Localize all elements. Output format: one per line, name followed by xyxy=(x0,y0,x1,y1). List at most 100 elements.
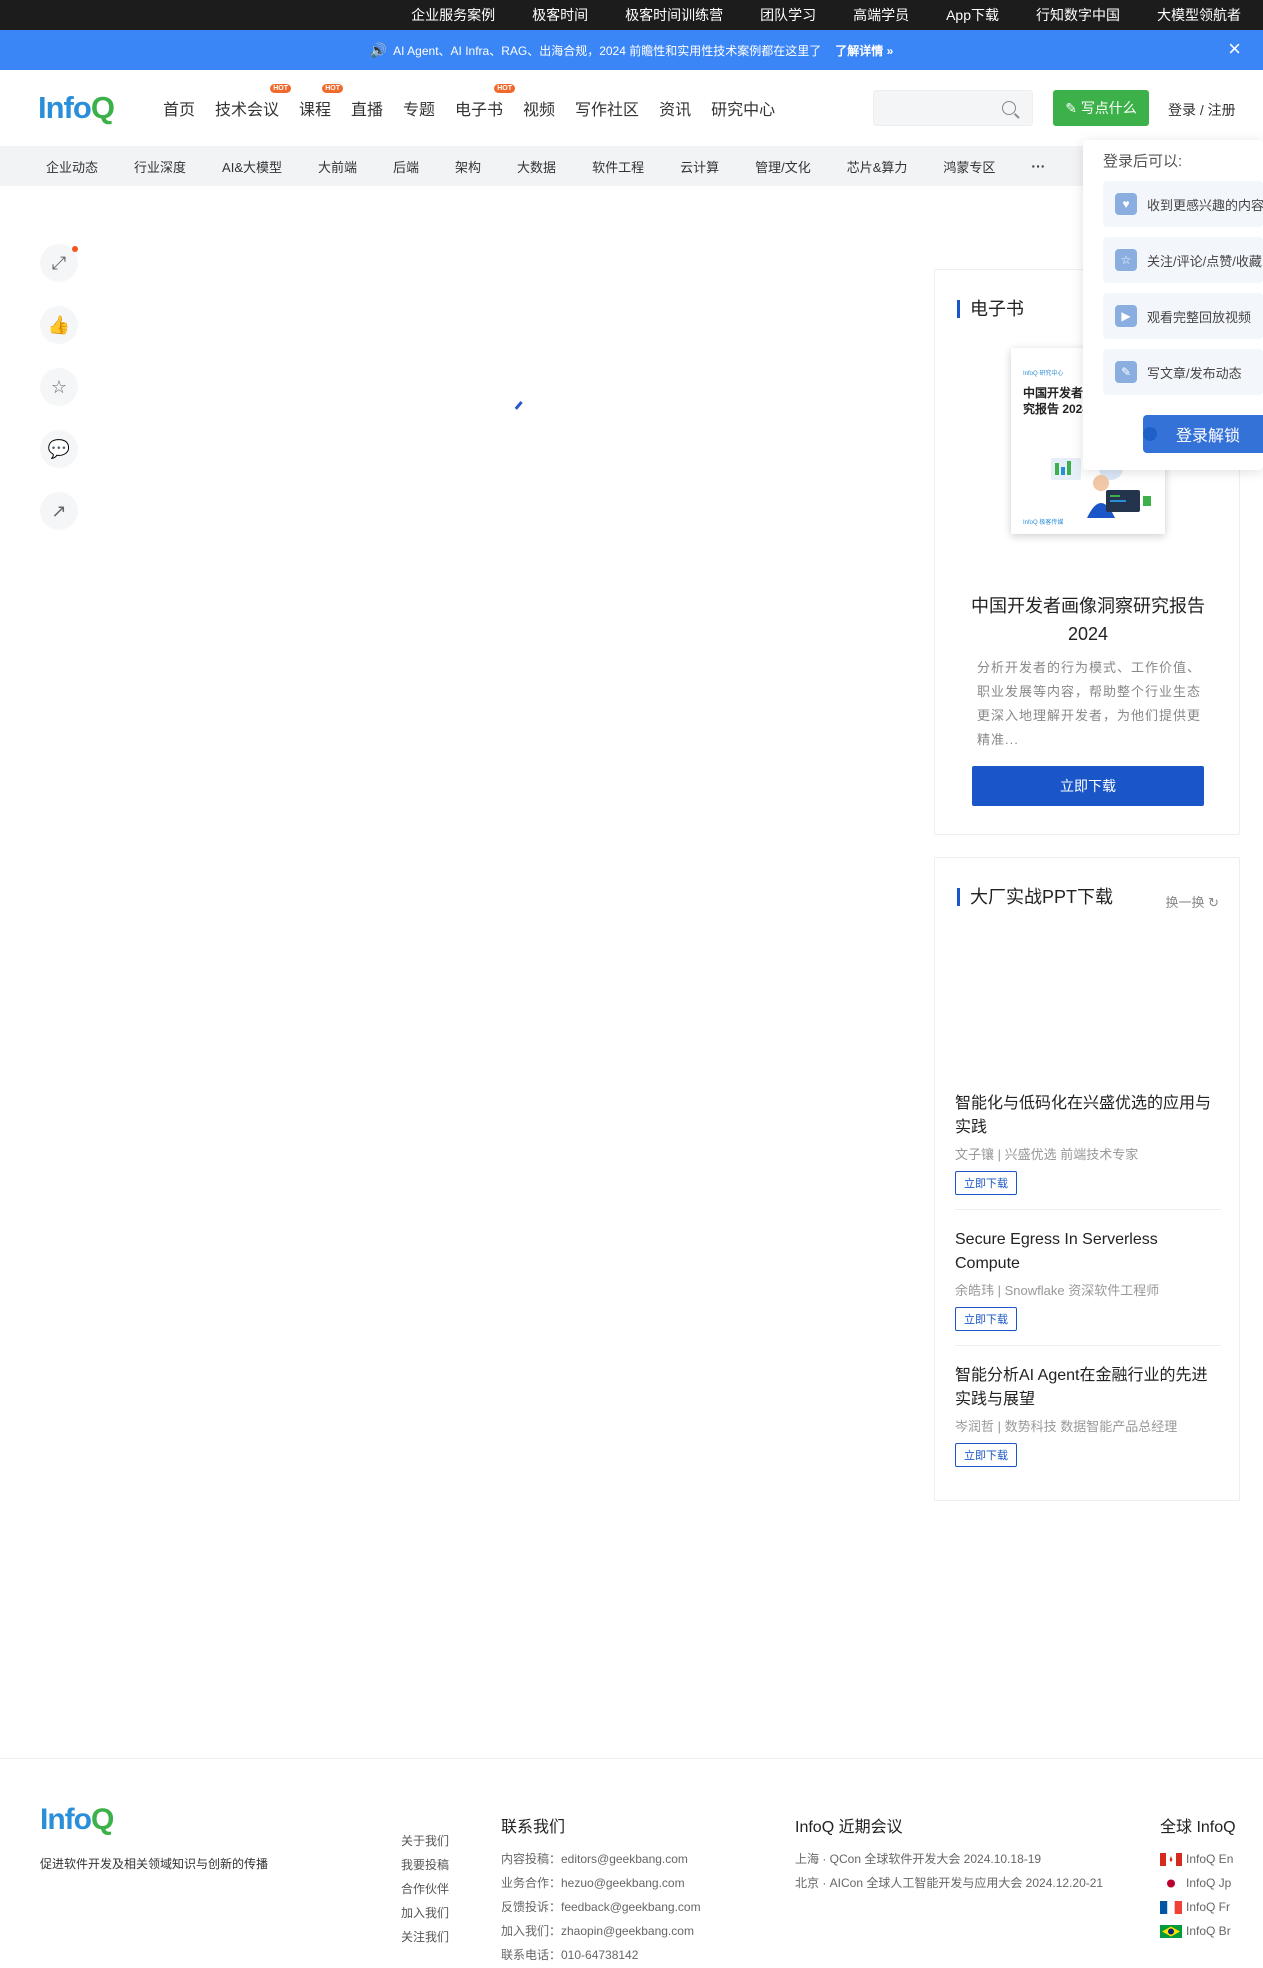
notice-text[interactable]: AI Agent、AI Infra、RAG、出海合规，2024 前瞻性和实用性技… xyxy=(393,42,821,59)
category-ai-llm[interactable]: AI&大模型 xyxy=(222,157,282,176)
play-icon: ▶ xyxy=(1115,305,1137,327)
footer-link-follow[interactable]: 关注我们 xyxy=(401,1929,449,1945)
infoq-logo[interactable]: Info Q xyxy=(38,90,115,126)
nav-item-home[interactable]: 首页 xyxy=(163,96,195,120)
category-cloud[interactable]: 云计算 xyxy=(680,157,719,176)
ppt-download-button[interactable]: 立即下载 xyxy=(955,1307,1017,1331)
login-unlock-button[interactable]: 登录解锁 xyxy=(1143,415,1263,453)
ppt-author: 余皓玮 | Snowflake 资深软件工程师 xyxy=(955,1283,1160,1298)
ppt-author: 岑润哲 | 数势科技 数据智能产品总经理 xyxy=(955,1419,1178,1434)
fullscreen-icon[interactable]: ⤢ xyxy=(40,244,78,282)
footer-link-partners[interactable]: 合作伙伴 xyxy=(401,1881,449,1897)
ppt-list: 智能化与低码化在兴盛优选的应用与实践 文子镶 | 兴盛优选 前端技术专家 立即下… xyxy=(955,1092,1221,1499)
write-button[interactable]: ✎ 写点什么 xyxy=(1053,90,1149,126)
ppt-title[interactable]: 智能化与低码化在兴盛优选的应用与实践 xyxy=(955,1092,1221,1140)
topbar-link-digital-china[interactable]: 行知数字中国 xyxy=(1036,5,1120,25)
category-chips[interactable]: 芯片&算力 xyxy=(847,157,908,176)
category-architecture[interactable]: 架构 xyxy=(455,157,481,176)
footer-logo[interactable]: Info Q xyxy=(40,1803,114,1837)
topbar-link-team-learning[interactable]: 团队学习 xyxy=(760,5,816,25)
category-industry-depth[interactable]: 行业深度 xyxy=(134,157,186,176)
topbar-link-enterprise-cases[interactable]: 企业服务案例 xyxy=(411,5,495,25)
nav-item-ebooks[interactable]: 电子书 HOT xyxy=(455,84,516,120)
category-harmony[interactable]: 鸿蒙专区 xyxy=(943,157,995,176)
comment-icon[interactable]: 💬 xyxy=(40,430,78,468)
nav-item-topics[interactable]: 专题 xyxy=(403,96,435,120)
category-management[interactable]: 管理/文化 xyxy=(755,157,811,176)
ebook-name[interactable]: 中国开发者画像洞察研究报告2024 xyxy=(955,592,1221,648)
footer-contact: 联系我们 内容投稿：editors@geekbang.com 业务合作：hezu… xyxy=(501,1813,701,1968)
notice-bar[interactable]: 🔊 AI Agent、AI Infra、RAG、出海合规，2024 前瞻性和实用… xyxy=(0,30,1263,70)
logo-text-info: Info xyxy=(38,90,92,125)
contact-line[interactable]: 反馈投诉：feedback@geekbang.com xyxy=(501,1899,701,1915)
footer-link-join[interactable]: 加入我们 xyxy=(401,1905,449,1921)
category-nav: 企业动态 行业深度 AI&大模型 大前端 后端 架构 大数据 软件工程 云计算 … xyxy=(0,146,1263,186)
refresh-button[interactable]: 换一换 ↻ xyxy=(1165,892,1219,911)
ebook-download-button[interactable]: 立即下载 xyxy=(972,766,1204,806)
nav-label: 专题 xyxy=(403,102,436,119)
star-icon[interactable]: ☆ xyxy=(40,368,78,406)
button-dot-icon xyxy=(1143,427,1157,441)
conference-link[interactable]: 北京 · AICon 全球人工智能开发与应用大会 2024.12.20-21 xyxy=(795,1875,1103,1891)
contact-line[interactable]: 业务合作：hezuo@geekbang.com xyxy=(501,1875,701,1891)
login-unlock-label: 登录解锁 xyxy=(1175,428,1240,445)
nav-label: 技术会议 xyxy=(214,102,279,119)
nav-item-live[interactable]: 直播 xyxy=(351,96,383,120)
search-input[interactable] xyxy=(874,91,994,125)
nav-item-conferences[interactable]: 技术会议 HOT xyxy=(214,84,291,120)
footer-logo-q: Q xyxy=(90,1803,115,1836)
category-more[interactable]: ··· xyxy=(1031,158,1045,174)
topbar-link-llm-navigator[interactable]: 大模型领航者 xyxy=(1157,5,1241,25)
france-flag-icon xyxy=(1160,1901,1182,1915)
nav-item-videos[interactable]: 视频 xyxy=(523,96,555,120)
nav-label: 首页 xyxy=(162,102,195,119)
site-footer: Info Q 促进软件开发及相关领域知识与创新的传播 关于我们 我要投稿 合作伙… xyxy=(0,1758,1263,1968)
login-benefit-label: 关注/评论/点赞/收藏 xyxy=(1147,253,1262,269)
login-benefit-item: ☆ 关注/评论/点赞/收藏 xyxy=(1103,237,1263,283)
ppt-title[interactable]: 智能分析AI Agent在金融行业的先进实践与展望 xyxy=(955,1364,1221,1412)
nav-item-research[interactable]: 研究中心 xyxy=(711,96,775,120)
footer-link-about[interactable]: 关于我们 xyxy=(401,1833,449,1849)
ppt-author: 文子镶 | 兴盛优选 前端技术专家 xyxy=(955,1147,1139,1162)
nav-item-news[interactable]: 资讯 xyxy=(659,96,691,120)
contact-line[interactable]: 加入我们：zhaopin@geekbang.com xyxy=(501,1923,701,1939)
contact-line[interactable]: 内容投稿：editors@geekbang.com xyxy=(501,1851,701,1867)
footer-conferences: InfoQ 近期会议 上海 · QCon 全球软件开发大会 2024.10.18… xyxy=(795,1813,1103,1899)
ppt-title[interactable]: Secure Egress In Serverless Compute xyxy=(955,1228,1221,1276)
conference-link[interactable]: 上海 · QCon 全球软件开发大会 2024.10.18-19 xyxy=(795,1851,1103,1867)
category-big-data[interactable]: 大数据 xyxy=(517,157,556,176)
ppt-section-title: 大厂实战PPT下载 xyxy=(957,888,1113,906)
category-company-news[interactable]: 企业动态 xyxy=(46,157,98,176)
nav-item-writing[interactable]: 写作社区 xyxy=(575,96,639,120)
footer-contact-title: 联系我们 xyxy=(501,1819,566,1836)
footer-link-contribute[interactable]: 我要投稿 xyxy=(401,1857,449,1873)
nav-label: 电子书 xyxy=(455,102,504,119)
global-site-link[interactable]: InfoQ En xyxy=(1160,1851,1236,1867)
edit-icon: ✎ xyxy=(1115,361,1137,383)
login-benefit-label: 写文章/发布动态 xyxy=(1147,365,1242,381)
category-software-engineering[interactable]: 软件工程 xyxy=(592,157,644,176)
category-frontend[interactable]: 大前端 xyxy=(318,157,357,176)
canada-flag-icon xyxy=(1160,1853,1182,1867)
topbar-link-app-download[interactable]: App下载 xyxy=(946,5,999,25)
ppt-download-button[interactable]: 立即下载 xyxy=(955,1443,1017,1467)
thumbs-up-icon[interactable]: 👍 xyxy=(40,306,78,344)
global-site-link[interactable]: InfoQ Br xyxy=(1160,1923,1236,1939)
login-benefit-item: ✎ 写文章/发布动态 xyxy=(1103,349,1263,395)
close-icon[interactable]: × xyxy=(1228,38,1241,60)
topbar-link-training-camp[interactable]: 极客时间训练营 xyxy=(625,5,723,25)
topbar-link-premium-students[interactable]: 高端学员 xyxy=(853,5,909,25)
category-backend[interactable]: 后端 xyxy=(393,157,419,176)
ppt-download-button[interactable]: 立即下载 xyxy=(955,1171,1017,1195)
nav-item-courses[interactable]: 课程 HOT xyxy=(299,84,343,120)
search-icon[interactable] xyxy=(1002,101,1016,115)
share-icon[interactable]: ↗ xyxy=(40,492,78,530)
global-site-link[interactable]: InfoQ Fr xyxy=(1160,1899,1236,1915)
login-register-link[interactable]: 登录 / 注册 xyxy=(1168,100,1236,120)
notice-more-link[interactable]: 了解详情 » xyxy=(835,42,893,59)
heart-icon: ♥ xyxy=(1115,193,1137,215)
list-item: 智能分析AI Agent在金融行业的先进实践与展望 岑润哲 | 数势科技 数据智… xyxy=(955,1364,1221,1481)
global-site-link[interactable]: InfoQ Jp xyxy=(1160,1875,1236,1891)
topbar-link-geektime[interactable]: 极客时间 xyxy=(532,5,588,25)
star-icon: ☆ xyxy=(1115,249,1137,271)
